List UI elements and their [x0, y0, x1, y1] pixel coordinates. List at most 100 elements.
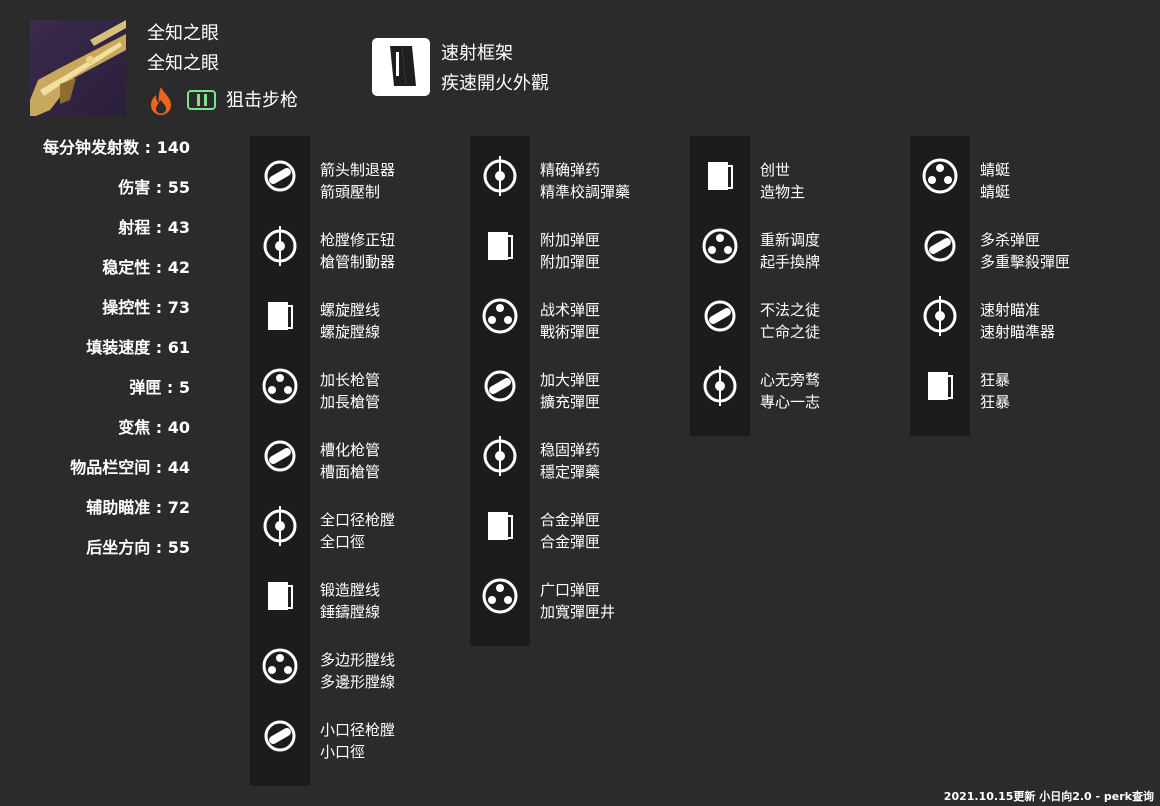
perk-name-cn: 不法之徒: [760, 301, 821, 319]
perk-item[interactable]: 枪膛修正钮 槍管制動器: [250, 206, 450, 276]
perk-name-cn: 附加弹匣: [540, 231, 601, 249]
perk-name-cn: 螺旋膛线: [320, 301, 381, 319]
perk-name-cn: 重新调度: [760, 231, 821, 249]
eye-icon: [698, 364, 742, 408]
perk-name-cn: 合金弹匣: [540, 511, 601, 529]
perk-name-cn: 全口径枪膛: [320, 511, 396, 529]
perk-name-tw: 箭頭壓制: [320, 183, 381, 201]
appended-mag-icon: [478, 224, 522, 268]
smallbore-icon: [258, 714, 302, 758]
corkscrew-rifling-icon: [258, 224, 302, 268]
perk-name-tw: 小口徑: [320, 743, 366, 761]
perk-name-tw: 螺旋膛線: [320, 323, 381, 341]
perk-name-cn: 小口径枪膛: [320, 721, 396, 739]
perk-name-tw: 多重擊殺彈匣: [980, 253, 1071, 271]
extended-barrel-icon: [258, 364, 302, 408]
perk-name-cn: 多杀弹匣: [980, 231, 1041, 249]
frame-name-tw: 疾速開火外觀: [441, 73, 549, 94]
rapid-fire-frame-icon: [372, 38, 430, 96]
stat-row: 操控性 : 73: [102, 298, 190, 317]
perk-name-tw: 蜻蜓: [980, 183, 1011, 201]
solar-icon: [148, 86, 174, 116]
perk-item[interactable]: 多杀弹匣多重擊殺彈匣: [910, 206, 1110, 276]
perk-item[interactable]: 重新调度 起手換牌: [690, 206, 890, 276]
perk-item[interactable]: 加长枪管 加長槍管: [250, 346, 450, 416]
perk-name-tw: 槍管制動器: [320, 253, 396, 271]
perk-item[interactable]: 稳固弹药 穩定彈藥: [470, 416, 670, 486]
perk-item[interactable]: 速射瞄准 速射瞄準器: [910, 276, 1110, 346]
perk-item[interactable]: 心无旁骛 專心一志: [690, 346, 890, 416]
perk-item[interactable]: 精确弹药 精準校調彈藥: [470, 136, 670, 206]
fluted-barrel-icon: [258, 434, 302, 478]
special-ammo-icon: [187, 90, 216, 110]
perk-item[interactable]: 全口径枪膛 全口徑: [250, 486, 450, 556]
perk-name-tw: 多邊形膛線: [320, 673, 396, 691]
hammer-forged-icon: [258, 574, 302, 618]
perk-name-tw: 亡命之徒: [760, 323, 821, 341]
perk-name-tw: 擴充彈匣: [540, 393, 601, 411]
perk-name-cn: 槽化枪管: [320, 441, 381, 459]
perk-item[interactable]: 小口径枪膛 小口徑: [250, 696, 450, 766]
perk-item[interactable]: 合金弹匣 合金彈匣: [470, 486, 670, 556]
frenzy-icon: [918, 364, 962, 408]
alloy-magazine-icon: [478, 504, 522, 548]
dragonfly-icon: [918, 154, 962, 198]
trait2-column: 蜻蜓 蜻蜓 多杀弹匣 多重擊殺彈匣 速射瞄准 速射瞄準器 狂暴 狂暴: [910, 136, 1070, 436]
perk-item[interactable]: 广口弹匣 加寬彈匣井: [470, 556, 670, 626]
perk-name-tw: 速射瞄準器: [980, 323, 1056, 341]
perk-item[interactable]: 锻造膛线 錘鑄膛線: [250, 556, 450, 626]
frame-name-cn: 速射框架: [441, 43, 513, 64]
weapon-name-tw: 全知之眼: [147, 53, 219, 74]
perk-name-cn: 蜻蜓: [980, 161, 1011, 179]
footer-credit: 2021.10.15更新 小日向2.0 - perk查询: [943, 790, 1154, 803]
stat-row: 弹匣 : 5: [129, 378, 190, 397]
stat-row: 每分钟发射数 : 140: [43, 138, 190, 157]
perk-item[interactable]: 创世 造物主: [690, 136, 890, 206]
perk-name-tw: 錘鑄膛線: [320, 603, 381, 621]
stat-row: 辅助瞄准 : 72: [86, 498, 190, 517]
perk-name-tw: 專心一志: [760, 393, 821, 411]
perk-name-cn: 战术弹匣: [540, 301, 601, 319]
perk-name-cn: 速射瞄准: [980, 301, 1041, 319]
perk-name-cn: 加大弹匣: [540, 371, 601, 389]
perk-item[interactable]: 蜻蜓 蜻蜓: [910, 136, 1110, 206]
perk-name-tw: 附加彈匣: [540, 253, 601, 271]
perk-name-tw: 槽面槍管: [320, 463, 381, 481]
perk-name-cn: 心无旁骛: [760, 371, 821, 389]
snapshot-sights-icon: [918, 294, 962, 338]
perk-name-cn: 锻造膛线: [320, 581, 381, 599]
stat-row: 伤害 : 55: [118, 178, 190, 197]
weapon-image: [30, 20, 126, 116]
perk-name-cn: 多边形膛线: [320, 651, 396, 669]
magazine-column: 精确弹药 精準校調彈藥 附加弹匣 附加彈匣 战术弹匣 戰術彈匣 加大弹匣 擴充彈匣 稳固弹药 穩定…: [470, 136, 630, 646]
rifling-icon: [258, 294, 302, 338]
barrel-column: 箭头制退器 箭頭壓制 枪膛修正钮 槍管制動器 螺旋膛线 螺旋膛線 加长枪管 加長槍管 槽化枪管槽…: [250, 136, 395, 786]
perk-name-cn: 箭头制退器: [320, 161, 396, 179]
perk-name-cn: 精确弹药: [540, 161, 601, 179]
perk-name-tw: 戰術彈匣: [540, 323, 601, 341]
perk-item[interactable]: 槽化枪管 槽面槍管: [250, 416, 450, 486]
tactical-mag-icon: [478, 294, 522, 338]
perk-item[interactable]: 狂暴 狂暴: [910, 346, 1110, 416]
perk-name-tw: 起手換牌: [760, 253, 821, 271]
stat-row: 填装速度 : 61: [86, 338, 190, 357]
perk-item[interactable]: 加大弹匣 擴充彈匣: [470, 346, 670, 416]
perk-item[interactable]: 附加弹匣 附加彈匣: [470, 206, 670, 276]
arrowhead-brake-icon: [258, 154, 302, 198]
perk-item[interactable]: 战术弹匣 戰術彈匣: [470, 276, 670, 346]
flared-magwell-icon: [478, 574, 522, 618]
perk-name-cn: 创世: [760, 161, 791, 179]
perk-name-cn: 广口弹匣: [540, 581, 601, 599]
full-bore-icon: [258, 504, 302, 548]
perk-name-tw: 加寬彈匣井: [540, 603, 616, 621]
perk-item[interactable]: 螺旋膛线 螺旋膛線: [250, 276, 450, 346]
perk-item[interactable]: 多边形膛线多邊形膛線: [250, 626, 450, 696]
trait1-column: 创世 造物主 重新调度 起手換牌 不法之徒 亡命之徒 心无旁骛 專心一志: [690, 136, 820, 436]
polygonal-rifling-icon: [258, 644, 302, 688]
stat-row: 射程 : 43: [118, 218, 190, 237]
perk-item[interactable]: 不法之徒 亡命之徒: [690, 276, 890, 346]
perk-name-cn: 稳固弹药: [540, 441, 601, 459]
weapon-name-cn: 全知之眼: [147, 23, 219, 44]
perk-item[interactable]: 箭头制退器 箭頭壓制: [250, 136, 450, 206]
multikill-clip-icon: [918, 224, 962, 268]
